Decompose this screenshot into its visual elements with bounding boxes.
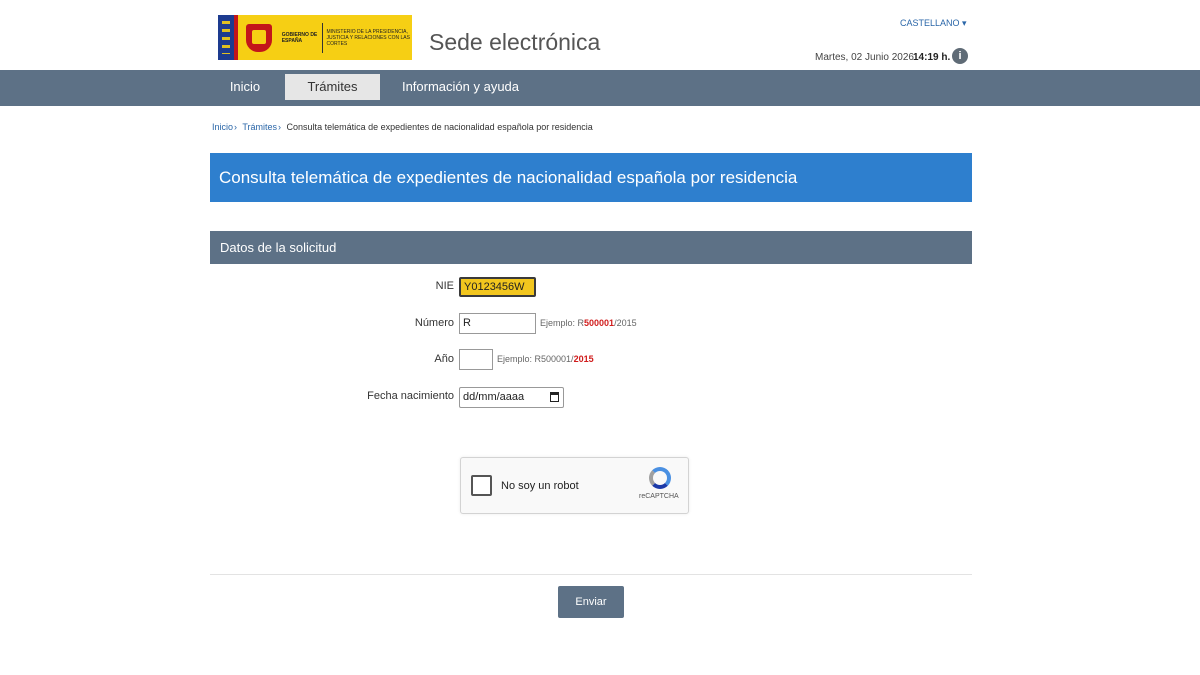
page-title: Consulta telemática de expedientes de na…: [219, 168, 798, 187]
breadcrumb-separator-icon: ›: [278, 122, 282, 132]
logo-gov-text: GOBIERNO DE ESPAÑA: [281, 31, 318, 44]
breadcrumb-separator-icon: ›: [234, 122, 238, 132]
eu-flag-icon: [218, 15, 234, 60]
breadcrumb-link-tramites[interactable]: Trámites: [242, 122, 277, 132]
flag-band: [233, 15, 238, 60]
info-icon[interactable]: i: [952, 48, 968, 64]
page-title-banner: Consulta telemática de expedientes de na…: [210, 153, 972, 202]
recaptcha-logo-icon: [649, 467, 671, 489]
recaptcha-label: No soy un robot: [501, 480, 579, 492]
nie-input[interactable]: Y0123456W: [459, 277, 536, 297]
recaptcha-checkbox[interactable]: [471, 475, 492, 496]
site-header: GOBIERNO DE ESPAÑA MINISTERIO DE LA PRES…: [0, 0, 1200, 70]
current-time: 14:19 h.: [913, 52, 951, 63]
coat-of-arms-icon: [242, 21, 276, 55]
site-title[interactable]: Sede electrónica: [429, 29, 600, 56]
section-header: Datos de la solicitud: [210, 231, 972, 264]
current-date: Martes, 02 Junio 2026: [815, 52, 914, 63]
form-divider: [210, 574, 972, 575]
nie-label: NIE: [435, 280, 454, 292]
ano-hint: Ejemplo: R500001/2015: [497, 354, 594, 364]
numero-input[interactable]: R: [459, 313, 536, 334]
numero-label: Número: [414, 317, 454, 329]
ano-input[interactable]: [459, 349, 493, 370]
nav-item-informacion[interactable]: Información y ayuda: [393, 74, 528, 100]
language-selector[interactable]: CASTELLANO ▾: [900, 18, 967, 29]
breadcrumb-link-inicio[interactable]: Inicio: [212, 122, 233, 132]
nav-item-inicio[interactable]: Inicio: [210, 74, 280, 100]
calendar-icon[interactable]: [550, 392, 559, 402]
government-logo[interactable]: GOBIERNO DE ESPAÑA MINISTERIO DE LA PRES…: [218, 15, 412, 60]
nav-item-tramites[interactable]: Trámites: [285, 74, 380, 100]
section-title: Datos de la solicitud: [220, 240, 337, 255]
main-nav: Inicio Trámites Información y ayuda: [0, 70, 1200, 106]
breadcrumb: Inicio› Trámites› Consulta telemática de…: [212, 122, 593, 132]
fecha-nacimiento-label: Fecha nacimiento: [367, 390, 454, 402]
logo-divider: [321, 22, 323, 53]
fecha-placeholder: dd/mm/aaaa: [463, 391, 525, 403]
recaptcha-brand: reCAPTCHA: [639, 493, 679, 500]
ano-label: Año: [434, 353, 454, 365]
logo-ministry-text: MINISTERIO DE LA PRESIDENCIA, JUSTICIA Y…: [326, 28, 410, 47]
numero-hint: Ejemplo: R500001/2015: [540, 318, 637, 328]
fecha-nacimiento-input[interactable]: dd/mm/aaaa: [459, 387, 564, 408]
recaptcha-widget: No soy un robot reCAPTCHA: [460, 457, 689, 514]
submit-button[interactable]: Enviar: [558, 586, 624, 618]
breadcrumb-current: Consulta telemática de expedientes de na…: [286, 122, 593, 132]
